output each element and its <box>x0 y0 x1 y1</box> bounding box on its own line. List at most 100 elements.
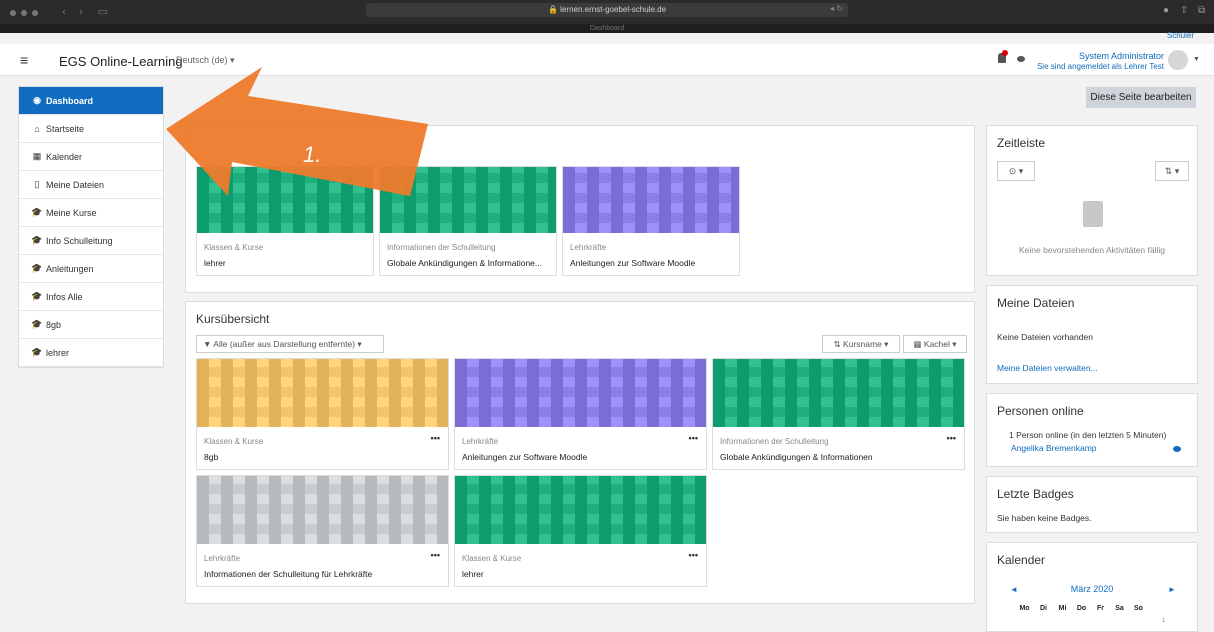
weekday-label: So <box>1134 605 1143 612</box>
timeline-sort-button[interactable]: ⇅ ▾ <box>1155 161 1189 181</box>
forward-icon[interactable]: › <box>72 5 90 19</box>
course-actions-icon[interactable]: ••• <box>431 550 440 560</box>
sidebar-item-label: Anleitungen <box>46 263 94 274</box>
course-name[interactable]: Anleitungen zur Software Moodle <box>570 258 733 268</box>
address-bar[interactable]: 🔒 lernen.ernst-goebel-schule.de <box>366 3 848 17</box>
course-image[interactable] <box>197 476 448 544</box>
tabs-icon[interactable]: ⧉ <box>1198 5 1205 16</box>
user-role-extra: Schüler <box>1166 31 1194 40</box>
course-name[interactable]: lehrer <box>204 258 367 268</box>
sidebar-item-label: Meine Kurse <box>46 207 97 218</box>
course-name[interactable]: lehrer <box>462 569 700 579</box>
recent-course-card[interactable]: Informationen der Schulleitung Globale An… <box>379 166 557 276</box>
sort-icon: ⇅ <box>833 339 844 349</box>
timeline-filter-button[interactable]: ⊙ ▾ <box>997 161 1035 181</box>
online-summary: 1 Person online (in den letzten 5 Minute… <box>1009 430 1167 440</box>
sidebar-item-infos-alle[interactable]: 🎓 Infos Alle <box>19 283 163 311</box>
course-category: Lehrkräfte <box>570 243 607 252</box>
course-category: Informationen der Schulleitung <box>387 243 496 252</box>
course-card[interactable]: Lehrkräfte ••• Informationen der Schulleit… <box>196 475 449 587</box>
course-image[interactable] <box>455 359 706 427</box>
window-controls[interactable] <box>10 10 38 16</box>
course-card[interactable]: Informationen der Schulleitung ••• Globale… <box>712 358 965 470</box>
recent-course-card[interactable]: Klassen & Kurse lehrer <box>196 166 374 276</box>
calendar-day-1[interactable]: 1 <box>1162 618 1165 624</box>
my-files-block: Meine Dateien Keine Dateien vorhanden Me… <box>986 285 1198 384</box>
course-filter-dropdown[interactable]: ▼ Alle (außer aus Darstellung entfernte)… <box>196 335 384 353</box>
graduation-cap-icon: 🎓 <box>31 235 43 245</box>
sort-dropdown[interactable]: ⇅ Kursname ▾ <box>822 335 900 353</box>
course-card[interactable]: Lehrkräfte ••• Anleitungen zur Software Mo… <box>454 358 707 470</box>
my-files-title: Meine Dateien <box>997 296 1075 310</box>
calendar-next-icon[interactable]: ► <box>1168 585 1176 594</box>
course-card[interactable]: Klassen & Kurse ••• 8gb <box>196 358 449 470</box>
sidebar-item-anleitungen[interactable]: 🎓 Anleitungen <box>19 255 163 283</box>
sidebar-item-info-schulleitung[interactable]: 🎓 Info Schulleitung <box>19 227 163 255</box>
weekday-label: Sa <box>1115 605 1124 612</box>
site-brand[interactable]: EGS Online-Learning <box>59 54 183 69</box>
sidebar-item-label: Dashboard <box>46 95 94 106</box>
course-actions-icon[interactable]: ••• <box>947 433 956 443</box>
share-icon[interactable]: ⇧ <box>1180 5 1188 16</box>
edit-page-button[interactable]: Diese Seite bearbeiten <box>1086 87 1196 108</box>
info-icon[interactable]: ● <box>1163 5 1169 16</box>
course-image[interactable] <box>197 167 373 233</box>
back-icon[interactable]: ‹ <box>55 5 73 19</box>
course-overview-title: Kursübersicht <box>196 312 270 326</box>
course-image[interactable] <box>563 167 739 233</box>
sidebar-item-lehrer[interactable]: 🎓 lehrer <box>19 339 163 367</box>
online-user-link[interactable]: Angelika Bremenkamp <box>1011 443 1097 453</box>
course-image[interactable] <box>380 167 556 233</box>
avatar[interactable] <box>1168 50 1188 70</box>
menu-icon[interactable]: ≡ <box>20 52 28 68</box>
course-image[interactable] <box>197 359 448 427</box>
user-name[interactable]: System Administrator <box>1079 51 1164 61</box>
course-category: Lehrkräfte <box>204 554 241 563</box>
calendar-month: März 2020 <box>1070 584 1114 594</box>
course-name[interactable]: Anleitungen zur Software Moodle <box>462 452 700 462</box>
course-image[interactable] <box>455 476 706 544</box>
badges-empty: Sie haben keine Badges. <box>997 513 1092 523</box>
course-name[interactable]: Globale Ankündigungen & Informatione... <box>387 258 550 268</box>
user-role: Sie sind angemeldet als Lehrer Test <box>1036 62 1164 71</box>
home-icon: ⌂ <box>34 123 40 134</box>
course-image[interactable] <box>713 359 964 427</box>
view-dropdown[interactable]: ▦ Kachel ▾ <box>903 335 967 353</box>
recent-course-card[interactable]: Lehrkräfte Anleitungen zur Software Moodl… <box>562 166 740 276</box>
calendar-weekdays: Mo Di Mi Do Fr Sa So <box>1015 605 1148 612</box>
course-actions-icon[interactable]: ••• <box>431 433 440 443</box>
reload-icon[interactable]: ◂ ↻ <box>830 4 843 13</box>
sidebar-item-kalender[interactable]: ▦ Kalender <box>19 143 163 171</box>
sort-label: Kursname ▾ <box>843 339 889 349</box>
manage-files-link[interactable]: Meine Dateien verwalten... <box>997 363 1098 373</box>
sidebar-item-dashboard[interactable]: ◉ Dashboard <box>19 87 163 115</box>
send-message-icon[interactable] <box>1173 446 1181 452</box>
language-selector[interactable]: Deutsch (de) ▾ <box>176 55 235 66</box>
sidebar-item-meine-dateien[interactable]: ▯ Meine Dateien <box>19 171 163 199</box>
lock-icon: 🔒 <box>547 5 561 14</box>
calendar-title: Kalender <box>997 553 1046 567</box>
weekday-label: Mi <box>1058 605 1067 612</box>
course-name[interactable]: Informationen der Schulleitung für Lehrk… <box>204 569 442 579</box>
course-category: Lehrkräfte <box>462 437 499 446</box>
sidebar-item-label: Kalender <box>46 151 83 162</box>
sidebar-item-meine-kurse[interactable]: 🎓 Meine Kurse <box>19 199 163 227</box>
sidebar-item-label: lehrer <box>46 347 70 358</box>
course-actions-icon[interactable]: ••• <box>689 550 698 560</box>
weekday-label: Mo <box>1019 605 1030 612</box>
course-name[interactable]: 8gb <box>204 452 442 462</box>
sidebar-item-startseite[interactable]: ⌂ Startseite <box>19 115 163 143</box>
timeline-empty-text: Keine bevorstehenden Aktivitäten fällig <box>1018 245 1165 255</box>
course-category: Klassen & Kurse <box>204 437 264 446</box>
course-name[interactable]: Globale Ankündigungen & Informationen <box>720 452 958 462</box>
course-actions-icon[interactable]: ••• <box>689 433 698 443</box>
sidebar-item-8gb[interactable]: 🎓 8gb <box>19 311 163 339</box>
tab-title[interactable]: Dashboard <box>0 24 1214 33</box>
online-users-block: Personen online 1 Person online (in den … <box>986 393 1198 467</box>
sidebar-toggle-icon[interactable]: ▭ <box>94 5 112 19</box>
course-card[interactable]: Klassen & Kurse ••• lehrer <box>454 475 707 587</box>
weekday-label: Do <box>1076 605 1087 612</box>
user-menu-caret-icon[interactable]: ▼ <box>1193 56 1200 63</box>
graduation-cap-icon: 🎓 <box>31 291 43 301</box>
messages-icon[interactable] <box>1017 56 1025 62</box>
